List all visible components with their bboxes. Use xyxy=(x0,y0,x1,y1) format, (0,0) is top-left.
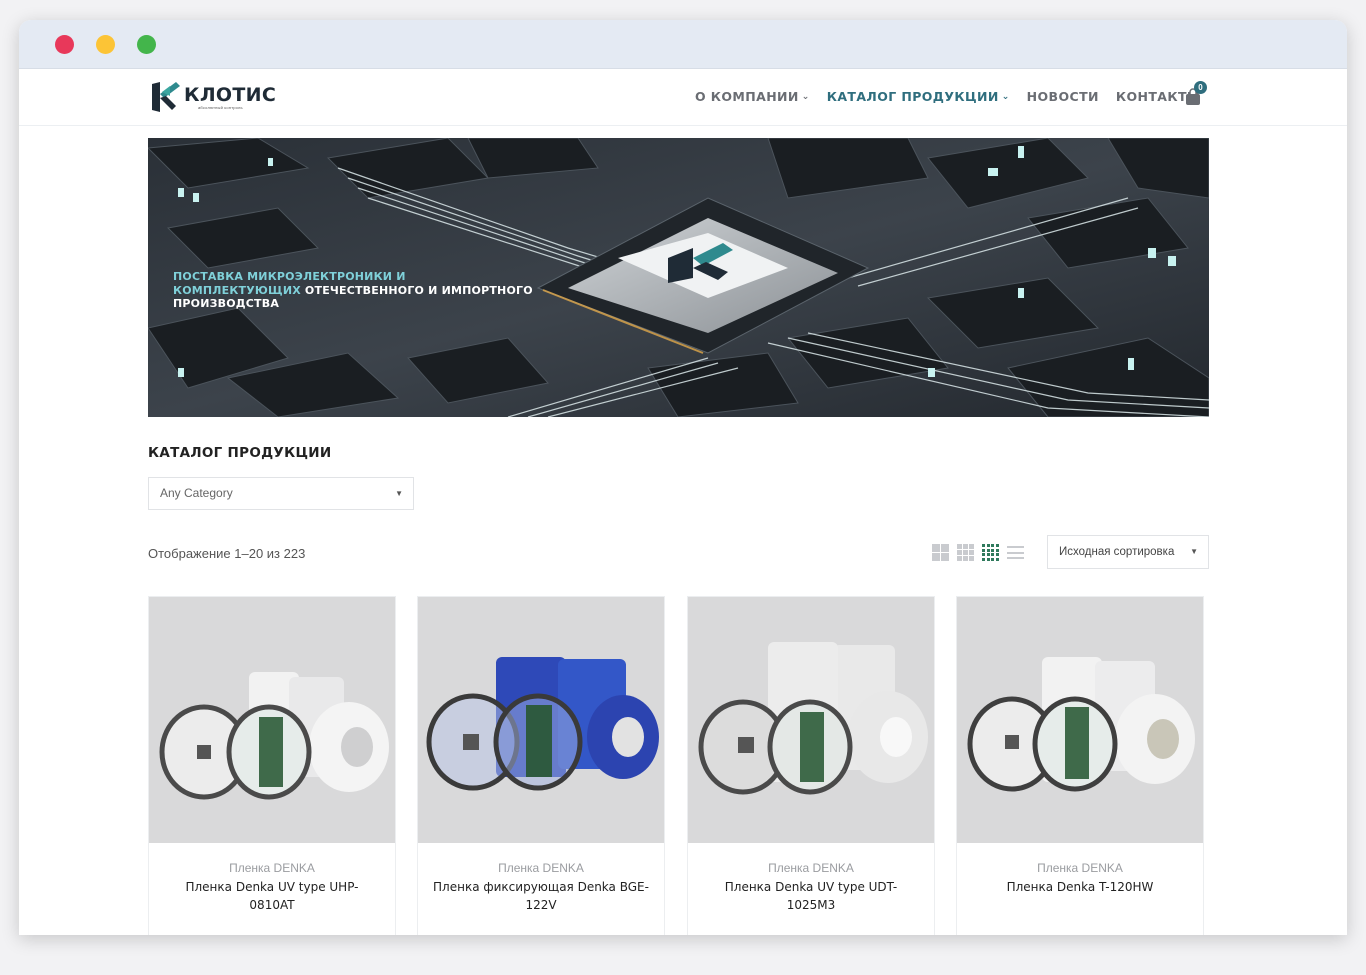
product-card[interactable]: Пленка DENKA Пленка Denka UV type UHP-08… xyxy=(148,596,396,935)
product-image[interactable] xyxy=(688,597,934,843)
film-roll-illustration xyxy=(159,672,389,800)
caret-down-icon: ▼ xyxy=(395,489,403,498)
minimize-window-button[interactable] xyxy=(96,35,115,54)
grid-4-view-icon[interactable] xyxy=(982,544,999,561)
catalog-title: КАТАЛОГ ПРОДУКЦИИ xyxy=(148,445,332,461)
product-category: Пленка DENKA xyxy=(1037,861,1123,875)
category-select[interactable]: Any Category ▼ xyxy=(148,477,414,510)
film-roll-illustration xyxy=(426,657,659,791)
chevron-down-icon: ⌄ xyxy=(801,91,810,102)
view-switcher xyxy=(932,544,1032,561)
maximize-window-button[interactable] xyxy=(137,35,156,54)
film-roll-illustration xyxy=(698,642,928,795)
nav-item-about[interactable]: О КОМПАНИИ ⌄ xyxy=(695,89,810,104)
site-logo[interactable]: КЛОТИС абсолютный контроль xyxy=(150,79,276,115)
product-name[interactable]: Пленка Denka T-120HW xyxy=(971,878,1189,896)
product-category: Пленка DENKA xyxy=(229,861,315,875)
banner-headline: ПОСТАВКА МИКРОЭЛЕКТРОНИКИ И КОМПЛЕКТУЮЩИ… xyxy=(173,270,533,311)
site-header: КЛОТИС абсолютный контроль О КОМПАНИИ ⌄ … xyxy=(19,70,1347,126)
product-category: Пленка DENKA xyxy=(498,861,584,875)
product-name[interactable]: Пленка фиксирующая Denka BGE-122V xyxy=(432,878,650,914)
product-card[interactable]: Пленка DENKA Пленка Denka T-120HW xyxy=(956,596,1204,935)
nav-item-label: КАТАЛОГ ПРОДУКЦИИ xyxy=(826,89,999,104)
sort-select[interactable]: Исходная сортировка ▼ xyxy=(1047,535,1209,569)
result-count: Отображение 1–20 из 223 xyxy=(148,546,306,561)
caret-down-icon: ▼ xyxy=(1190,547,1198,556)
browser-window: КЛОТИС абсолютный контроль О КОМПАНИИ ⌄ … xyxy=(19,20,1347,935)
sort-select-value: Исходная сортировка xyxy=(1059,546,1175,558)
hero-banner: ПОСТАВКА МИКРОЭЛЕКТРОНИКИ И КОМПЛЕКТУЮЩИ… xyxy=(148,138,1209,417)
window-titlebar xyxy=(19,20,1347,69)
nav-item-news[interactable]: НОВОСТИ xyxy=(1027,89,1099,104)
close-window-button[interactable] xyxy=(55,35,74,54)
grid-3-view-icon[interactable] xyxy=(957,544,974,561)
product-image[interactable] xyxy=(418,597,664,843)
klotis-logo-icon xyxy=(152,82,180,112)
product-image[interactable] xyxy=(149,597,395,843)
product-card[interactable]: Пленка DENKA Пленка Denka UV type UDT-10… xyxy=(687,596,935,935)
main-nav: О КОМПАНИИ ⌄ КАТАЛОГ ПРОДУКЦИИ ⌄ НОВОСТИ… xyxy=(695,89,1217,104)
category-select-value: Any Category xyxy=(160,486,233,500)
product-grid: Пленка DENKA Пленка Denka UV type UHP-08… xyxy=(148,596,1228,935)
chevron-down-icon: ⌄ xyxy=(1001,91,1010,102)
product-card[interactable]: Пленка DENKA Пленка фиксирующая Denka BG… xyxy=(417,596,665,935)
brand-name: КЛОТИС xyxy=(184,83,277,106)
nav-item-catalog[interactable]: КАТАЛОГ ПРОДУКЦИИ ⌄ xyxy=(827,89,1010,104)
film-roll-illustration xyxy=(967,657,1195,792)
nav-item-label: О КОМПАНИИ xyxy=(695,89,799,104)
grid-2-view-icon[interactable] xyxy=(932,544,949,561)
product-image[interactable] xyxy=(957,597,1203,843)
cart-count-badge: 0 xyxy=(1194,81,1207,94)
product-name[interactable]: Пленка Denka UV type UHP-0810AT xyxy=(163,878,381,914)
brand-tagline: абсолютный контроль xyxy=(198,104,243,110)
product-category: Пленка DENKA xyxy=(768,861,854,875)
product-name[interactable]: Пленка Denka UV type UDT-1025M3 xyxy=(702,878,920,914)
list-view-icon[interactable] xyxy=(1007,544,1024,561)
nav-item-label: НОВОСТИ xyxy=(1026,89,1099,104)
